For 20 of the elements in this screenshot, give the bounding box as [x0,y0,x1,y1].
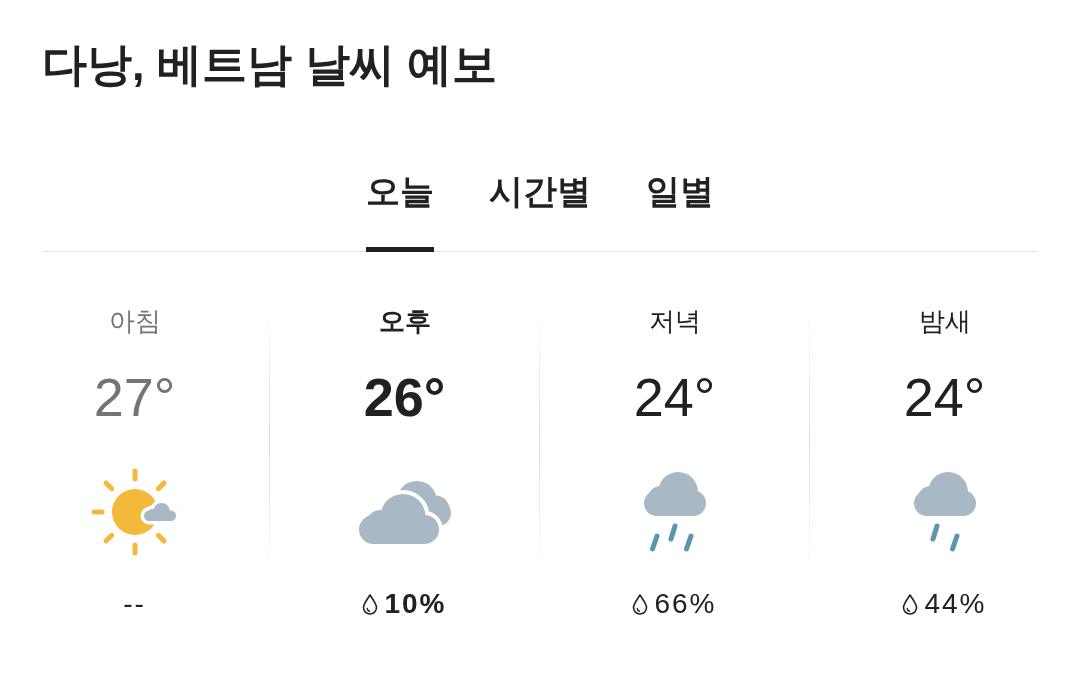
precipitation-chance: 66% [654,587,717,621]
tab[interactable]: 오늘 [365,169,434,252]
temperature: 26° [363,366,446,428]
period-label: 오후 [378,305,431,338]
period-label: 저녁 [648,305,701,338]
precipitation-chance: -- [123,587,146,621]
rain-cloud-icon [643,472,706,552]
sun-cloud-icon [90,468,179,556]
clouds-icon [358,480,451,544]
temperature: 27° [93,366,176,428]
rain-cloud-icon [913,472,976,552]
page-title: 다낭, 베트남 날씨 예보 [42,38,497,92]
period-label: 밤새 [918,305,971,338]
temperature: 24° [633,366,716,428]
precipitation-chance: 44% [924,587,987,621]
tab[interactable]: 일별 [645,169,714,252]
temperature: 24° [903,366,986,428]
tab[interactable]: 시간별 [488,169,591,252]
precipitation-chance: 10% [384,587,447,621]
period-label: 아침 [108,305,161,338]
